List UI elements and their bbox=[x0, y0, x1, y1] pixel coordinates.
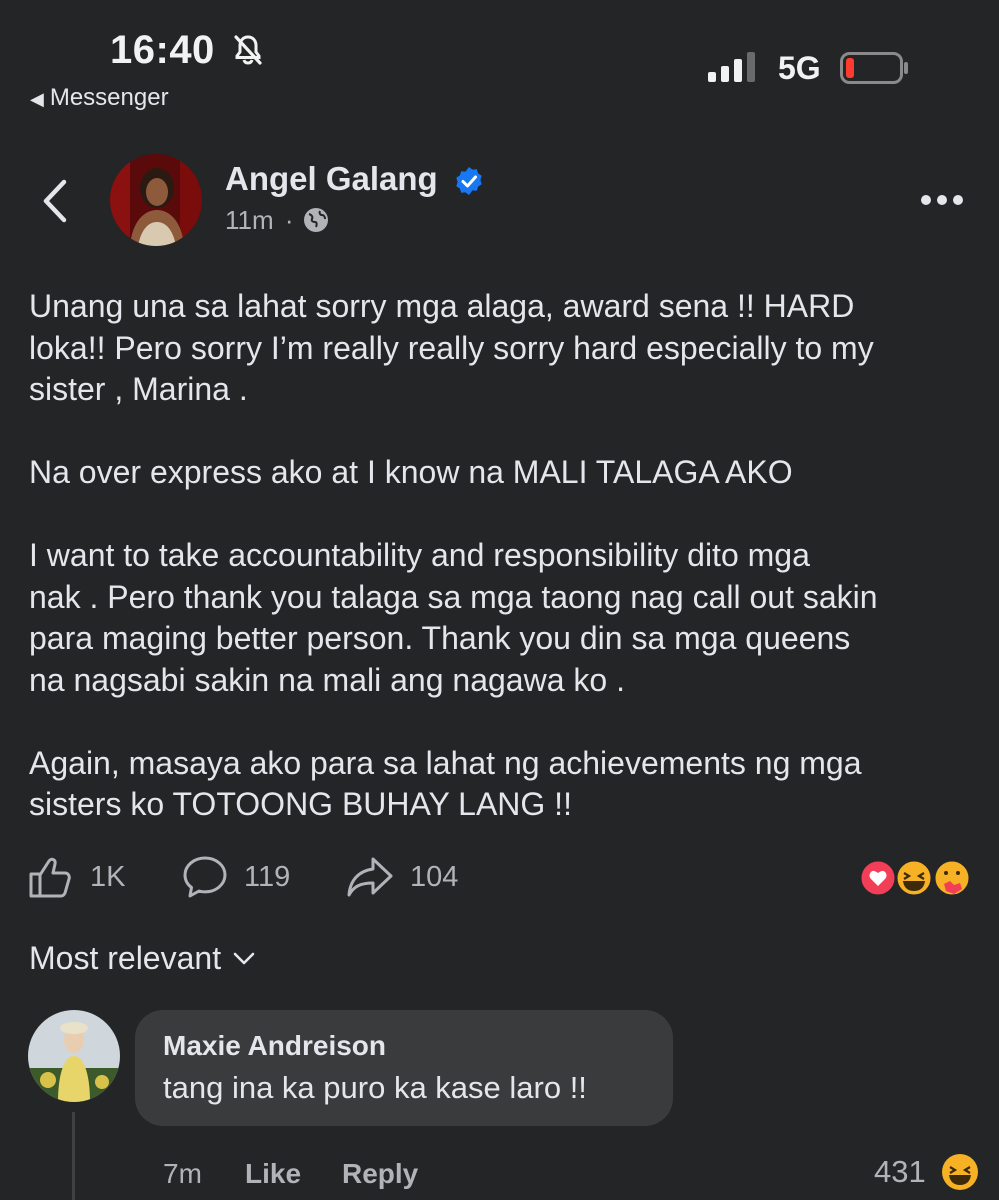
heart-icon bbox=[858, 858, 898, 898]
comment-reaction-count[interactable]: 431 bbox=[874, 1154, 926, 1190]
verified-badge-icon bbox=[456, 167, 482, 195]
post-paragraph: Unang una sa lahat sorry mga alaga, awar… bbox=[29, 288, 874, 407]
globe-icon bbox=[304, 208, 328, 232]
author-photo bbox=[110, 154, 202, 246]
bell-muted-icon bbox=[234, 35, 262, 65]
post-paragraph: I want to take accountability and respon… bbox=[29, 537, 878, 698]
share-button[interactable]: 104 bbox=[346, 855, 458, 899]
comment-time: 7m bbox=[163, 1158, 202, 1189]
chevron-down-icon bbox=[233, 952, 255, 964]
commenter-avatar[interactable] bbox=[28, 1010, 120, 1102]
comment-sort-dropdown[interactable]: Most relevant bbox=[29, 940, 255, 977]
post-time: 11m bbox=[225, 205, 274, 235]
like-count: 1K bbox=[90, 860, 126, 893]
laugh-emoji-icon bbox=[894, 858, 934, 898]
comment-like-button[interactable]: Like bbox=[245, 1158, 301, 1190]
back-app-label: Messenger bbox=[49, 84, 169, 111]
thumbs-up-icon bbox=[29, 857, 71, 898]
comment-text: tang ina ka puro ka kase laro !! bbox=[163, 1070, 587, 1105]
author-name[interactable]: Angel Galang bbox=[225, 160, 438, 198]
share-arrow-icon bbox=[347, 857, 393, 897]
author-avatar[interactable] bbox=[110, 154, 202, 246]
more-options-icon[interactable] bbox=[918, 192, 966, 208]
post-paragraph: Again, masaya ako para sa lahat ng achie… bbox=[29, 744, 862, 823]
commenter-name[interactable]: Maxie Andreison bbox=[163, 1030, 386, 1062]
status-time: 16:40 bbox=[110, 28, 215, 72]
reactions-summary[interactable] bbox=[858, 858, 974, 898]
comment-reply-button[interactable]: Reply bbox=[342, 1158, 418, 1190]
back-triangle-icon: ◀ bbox=[30, 89, 44, 109]
commenter-photo bbox=[28, 1010, 120, 1102]
network-type: 5G bbox=[778, 50, 821, 86]
back-chevron-icon[interactable] bbox=[38, 178, 74, 224]
post-body: Unang una sa lahat sorry mga alaga, awar… bbox=[29, 286, 979, 826]
laugh-emoji-icon[interactable] bbox=[940, 1152, 980, 1192]
care-emoji-icon bbox=[932, 858, 972, 898]
comment-bubble-icon bbox=[183, 856, 227, 898]
meta-separator: · bbox=[284, 205, 294, 235]
thread-line bbox=[72, 1112, 75, 1200]
comment-count: 119 bbox=[244, 860, 291, 893]
signal-bars-icon bbox=[708, 52, 755, 82]
battery-icon bbox=[840, 52, 908, 84]
post-meta: 11m · bbox=[225, 205, 294, 236]
sort-label: Most relevant bbox=[29, 940, 222, 976]
comment-button[interactable]: 119 bbox=[182, 855, 290, 899]
post-paragraph: Na over express ako at I know na MALI TA… bbox=[29, 454, 793, 490]
back-to-app-link[interactable]: ◀ Messenger bbox=[30, 84, 169, 112]
like-button[interactable]: 1K bbox=[28, 855, 125, 899]
comment-bubble[interactable] bbox=[135, 1010, 673, 1126]
share-count: 104 bbox=[410, 860, 459, 893]
